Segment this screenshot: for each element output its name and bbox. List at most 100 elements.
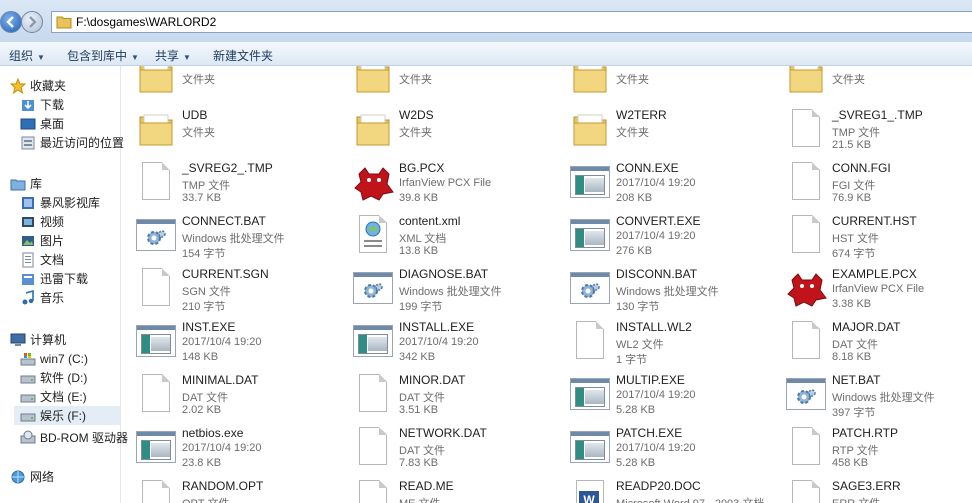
file-size: 5.28 KB: [616, 404, 656, 416]
file-tile[interactable]: MAJOR.DAT DAT 文件 8.18 KB: [772, 317, 972, 369]
file-name: SAGE3.ERR: [832, 479, 901, 493]
file-icon-wrap: [136, 372, 176, 416]
blank-file-icon: [142, 374, 170, 412]
nav-downloads[interactable]: 下载: [20, 95, 64, 114]
file-tile[interactable]: CONN.EXE 2017/10/4 19:20 208 KB: [556, 158, 766, 210]
file-type: SGN 文件: [182, 286, 231, 298]
file-icon-wrap: [786, 319, 826, 363]
video-library-icon: [20, 195, 36, 211]
nav-bd-rom[interactable]: BD-ROM 驱动器: [20, 428, 128, 447]
nav-label: 音乐: [40, 291, 65, 305]
file-tile[interactable]: NETWORK.DAT DAT 文件 7.83 KB: [339, 423, 549, 475]
file-tile[interactable]: _SVREG1_.TMP TMP 文件 21.5 KB: [772, 105, 972, 157]
file-tile[interactable]: SOUND 文件夹: [339, 66, 549, 104]
folder-icon: [573, 66, 607, 93]
file-tile[interactable]: DISCONN.BAT Windows 批处理文件 130 字节: [556, 264, 766, 316]
file-name: DIAGNOSE.BAT: [399, 267, 489, 281]
file-tile[interactable]: INST.EXE 2017/10/4 19:20 148 KB: [122, 317, 332, 369]
file-tile[interactable]: TEXT 文件夹: [772, 66, 972, 104]
file-name: INST.EXE: [182, 320, 236, 334]
nav-thunder-downloads[interactable]: 迅雷下载: [20, 269, 88, 288]
nav-drive-c[interactable]: win7 (C:): [20, 349, 88, 368]
file-tile[interactable]: NET.BAT Windows 批处理文件 397 字节: [772, 370, 972, 422]
file-tile[interactable]: PATCH.RTP RTP 文件 458 KB: [772, 423, 972, 475]
file-size: 8.18 KB: [832, 351, 872, 363]
nav-drive-d[interactable]: 软件 (D:): [20, 368, 87, 387]
address-input[interactable]: F:\dosgames\WARLORD2: [51, 11, 972, 33]
file-size: 33.7 KB: [182, 192, 222, 204]
file-type: RTP 文件: [832, 445, 879, 457]
file-size: 2.02 KB: [182, 404, 222, 416]
file-tile[interactable]: UDB 文件夹: [122, 105, 332, 157]
file-type: IrfanView PCX File: [399, 177, 492, 189]
file-tile[interactable]: DIAGNOSE.BAT Windows 批处理文件 199 字节: [339, 264, 549, 316]
file-size: 199 字节: [399, 301, 443, 313]
file-name: _SVREG1_.TMP: [832, 108, 923, 122]
file-tile[interactable]: TERRAIN 文件夹: [556, 66, 766, 104]
file-tile[interactable]: INSTALL.EXE 2017/10/4 19:20 342 KB: [339, 317, 549, 369]
file-tile[interactable]: MULTIP.EXE 2017/10/4 19:20 5.28 KB: [556, 370, 766, 422]
file-size: 674 字节: [832, 248, 876, 260]
application-icon: [570, 219, 610, 251]
nav-computer[interactable]: 计算机: [10, 330, 66, 349]
nav-desktop[interactable]: 桌面: [20, 114, 64, 133]
back-button[interactable]: [0, 11, 22, 33]
file-tile[interactable]: PATCH.EXE 2017/10/4 19:20 5.28 KB: [556, 423, 766, 475]
file-tile[interactable]: W READP20.DOC Microsoft Word 97 - 2003 文档: [556, 476, 766, 503]
nav-network[interactable]: 网络: [10, 467, 54, 486]
file-name: UDB: [182, 108, 208, 122]
file-tile[interactable]: EXAMPLE.PCX IrfanView PCX File 3.38 KB: [772, 264, 972, 316]
include-in-library-button[interactable]: 包含到库中 ▼: [67, 47, 139, 64]
nav-videos[interactable]: 视频: [20, 212, 64, 231]
file-tile[interactable]: CONVERT.EXE 2017/10/4 19:20 276 KB: [556, 211, 766, 263]
file-name: CURRENT.SGN: [182, 267, 269, 281]
nav-pictures[interactable]: 图片: [20, 231, 64, 250]
file-type: Windows 批处理文件: [616, 286, 719, 298]
file-size: 397 字节: [832, 407, 876, 419]
nav-favorites[interactable]: 收藏夹: [9, 76, 66, 95]
share-button[interactable]: 共享 ▼: [155, 47, 191, 64]
nav-drive-f[interactable]: 娱乐 (F:): [14, 406, 120, 425]
file-icon-wrap: [136, 160, 176, 204]
file-tile[interactable]: CONN.FGI FGI 文件 76.9 KB: [772, 158, 972, 210]
address-bar-area: F:\dosgames\WARLORD2: [0, 0, 972, 42]
chevron-down-icon: ▼: [183, 53, 191, 62]
file-tile[interactable]: MINOR.DAT DAT 文件 3.51 KB: [339, 370, 549, 422]
file-icon-wrap: [136, 213, 176, 257]
file-tile[interactable]: SAGE3.ERR ERR 文件: [772, 476, 972, 503]
file-tile[interactable]: CURRENT.SGN SGN 文件 210 字节: [122, 264, 332, 316]
nav-libraries[interactable]: 库: [10, 174, 42, 193]
batch-file-gear-icon: [786, 378, 826, 410]
file-size: 21.5 KB: [832, 139, 872, 151]
file-icon-wrap: [136, 266, 176, 310]
nav-label: 视频: [40, 215, 65, 229]
nav-recent-places[interactable]: 最近访问的位置: [20, 133, 124, 152]
nav-documents[interactable]: 文档: [20, 250, 64, 269]
file-tile[interactable]: _SVREG2_.TMP TMP 文件 33.7 KB: [122, 158, 332, 210]
file-tile[interactable]: BG.PCX IrfanView PCX File 39.8 KB: [339, 158, 549, 210]
forward-button[interactable]: [21, 11, 43, 33]
file-tile[interactable]: W2TERR 文件夹: [556, 105, 766, 157]
organize-menu-button[interactable]: 组织 ▼: [9, 47, 45, 64]
nav-music[interactable]: 音乐: [20, 288, 64, 307]
file-tile[interactable]: CONNECT.BAT Windows 批处理文件 154 字节: [122, 211, 332, 263]
chevron-down-icon: ▼: [131, 53, 139, 62]
star-icon: [9, 77, 27, 94]
file-type: 文件夹: [616, 74, 649, 86]
nav-label: 库: [30, 177, 43, 191]
new-folder-button[interactable]: 新建文件夹: [213, 47, 273, 64]
file-name: CONN.FGI: [832, 161, 891, 175]
nav-baofeng-library[interactable]: 暴风影视库: [20, 193, 100, 212]
file-tile[interactable]: W2DS 文件夹: [339, 105, 549, 157]
drive-icon: [20, 389, 36, 405]
file-tile[interactable]: MINIMAL.DAT DAT 文件 2.02 KB: [122, 370, 332, 422]
file-tile[interactable]: SHIELD 文件夹: [122, 66, 332, 104]
file-tile[interactable]: netbios.exe 2017/10/4 19:20 23.8 KB: [122, 423, 332, 475]
file-tile[interactable]: RANDOM.OPT OPT 文件: [122, 476, 332, 503]
nav-drive-e[interactable]: 文档 (E:): [20, 387, 87, 406]
file-tile[interactable]: CURRENT.HST HST 文件 674 字节: [772, 211, 972, 263]
file-tile[interactable]: content.xml XML 文档 13.8 KB: [339, 211, 549, 263]
file-tile[interactable]: READ.ME ME 文件: [339, 476, 549, 503]
blank-file-icon: [142, 268, 170, 306]
file-tile[interactable]: INSTALL.WL2 WL2 文件 1 字节: [556, 317, 766, 369]
